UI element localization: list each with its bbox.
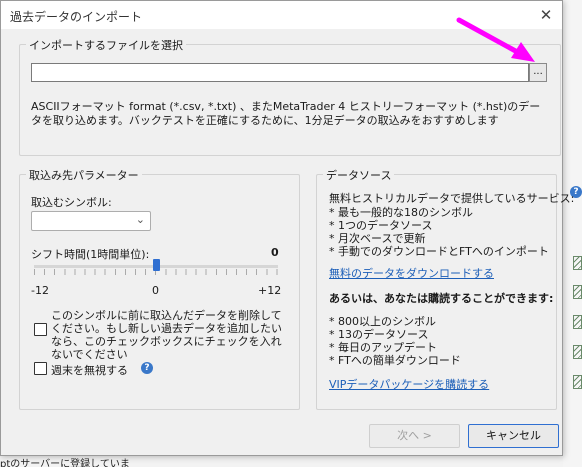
paid-item: * 毎日のアップデート [329,341,437,354]
paid-item: * 13のデータソース [329,328,429,341]
shift-hours-value: 0 [271,246,279,259]
subscribe-vip-link[interactable]: VIPデータパッケージを購読する [329,376,489,392]
background-hatch-icon [573,345,582,359]
paid-item: * 800以上のシンボル [329,315,436,328]
paid-item: * FTへの簡単ダウンロード [329,354,461,367]
dialog-title: 過去データのインポート [10,10,143,24]
background-right-panel: ? [563,0,582,467]
next-button[interactable]: 次へ > [369,424,460,448]
cancel-button[interactable]: キャンセル [468,424,559,448]
import-params-group-title: 取込み先パラメーター [26,167,142,183]
chevron-down-icon: ⌄ [135,213,145,226]
annotation-arrow-icon [456,17,535,62]
delete-previous-label: このシンボルに前に取込んだデータを削除してください。もし新しい過去データを追加し… [51,309,282,361]
download-free-data-link[interactable]: 無料のデータをダウンロードする [329,265,494,281]
shift-slider-thumb[interactable] [152,259,160,271]
symbol-select[interactable]: ⌄ [31,211,151,231]
delete-previous-checkbox[interactable] [34,323,47,336]
free-item: * 手動でのダウンロードとFTへのインポート [329,245,549,258]
subscribe-heading: あるいは、あなたは購読することができます: [329,292,554,305]
ignore-weekends-checkbox[interactable] [34,362,47,375]
background-hatch-icon [573,256,582,270]
background-hatch-icon [573,315,582,329]
symbol-label: 取込むシンボル: [31,196,112,209]
data-source-group-title: データソース [323,167,395,183]
shift-hours-label: シフト時間(1時間単位): [31,248,150,261]
background-hatch-icon [573,375,582,389]
free-item: * 最も一般的な18のシンボル [329,206,473,219]
free-item: * 1つのデータソース [329,219,433,232]
ignore-weekends-label: 週末を無視する [51,364,128,377]
free-item: * 月次ベースで更新 [329,232,426,245]
background-hatch-icon [573,285,582,299]
slider-mid-label: 0 [152,284,159,297]
slider-max-label: +12 [258,284,282,297]
help-icon[interactable]: ? [141,362,153,374]
file-select-group-title: インポートするファイルを選択 [26,37,186,53]
slider-min-label: -12 [31,284,49,297]
file-format-description: ASCIIフォーマット format (*.csv, *.txt) 、またMet… [31,100,541,127]
background-status-text: ptのサーバーに登録しています [0,459,130,467]
free-data-heading: 無料ヒストリカルデータで提供しているサービス: [329,192,575,205]
